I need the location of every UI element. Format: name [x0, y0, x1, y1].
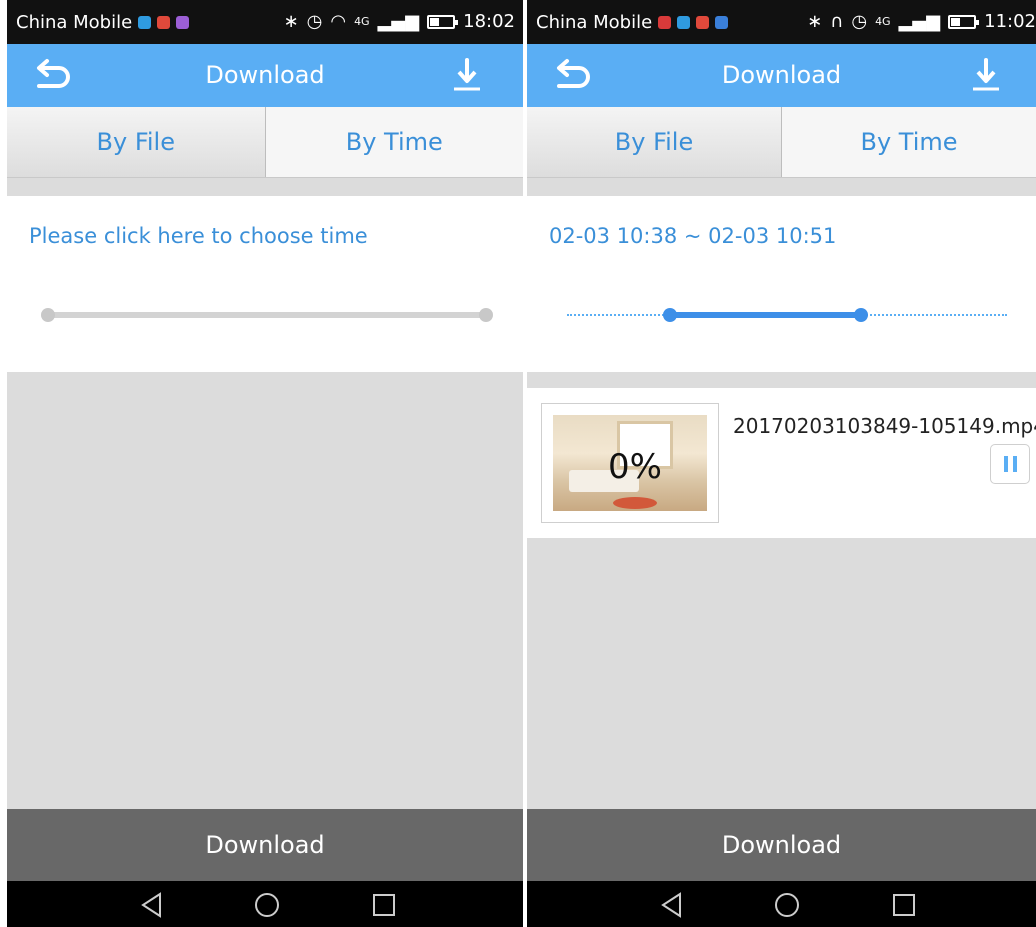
- pause-button[interactable]: [990, 444, 1030, 484]
- signal-icon: ▂▄▆: [377, 11, 420, 32]
- slider-end-handle[interactable]: [479, 308, 493, 322]
- notification-icon: [176, 16, 190, 29]
- carrier-label: China Mobile: [536, 12, 653, 33]
- notification-icon: [696, 16, 710, 29]
- battery-icon: [427, 15, 459, 29]
- carrier-label: China Mobile: [16, 12, 133, 33]
- download-icon: [454, 58, 480, 91]
- bluetooth-icon: ∗: [807, 11, 823, 32]
- status-indicators: ∗ ∩ ◷ 4G ▂▄▆ 11:02: [807, 12, 1036, 32]
- time-slider-selection: [669, 312, 861, 318]
- page-title: Download: [721, 61, 842, 89]
- nav-recents-icon[interactable]: [890, 891, 918, 919]
- tab-by-file[interactable]: By File: [7, 107, 265, 177]
- time-range-link[interactable]: 02-03 10:38 ~ 02-03 10:51: [549, 224, 836, 248]
- pause-icon: [1003, 456, 1008, 472]
- notification-icon: [715, 16, 729, 29]
- time-panel: Please click here to choose time: [7, 196, 523, 372]
- slider-start-handle[interactable]: [41, 308, 55, 322]
- tab-by-file[interactable]: By File: [527, 107, 781, 177]
- network-type: 4G: [354, 15, 370, 28]
- wifi-icon: ◠: [330, 11, 347, 32]
- carrier: China Mobile: [536, 12, 729, 33]
- video-thumbnail: 0%: [541, 403, 719, 523]
- bluetooth-icon: ∗: [283, 11, 299, 32]
- page-title: Download: [205, 61, 325, 89]
- alarm-icon: ◷: [306, 11, 323, 32]
- download-list-button[interactable]: [449, 56, 485, 94]
- download-button[interactable]: Download: [527, 809, 1036, 881]
- nav-back-icon[interactable]: [658, 891, 686, 919]
- thumbnail-rug: [613, 497, 657, 509]
- signal-icon: ▂▄▆: [898, 11, 941, 32]
- headphones-icon: ∩: [830, 11, 844, 32]
- notification-icon: [677, 16, 691, 29]
- nav-back-icon[interactable]: [138, 891, 166, 919]
- app-bar: Download: [527, 44, 1036, 107]
- pause-icon: [1012, 456, 1017, 472]
- app-bar: Download: [7, 44, 523, 107]
- notification-icon: [157, 16, 171, 29]
- slider-start-handle[interactable]: [663, 308, 677, 322]
- nav-home-icon[interactable]: [773, 891, 801, 919]
- slider-end-handle[interactable]: [854, 308, 868, 322]
- alarm-icon: ◷: [851, 11, 868, 32]
- download-icon: [973, 58, 999, 91]
- download-button[interactable]: Download: [7, 809, 523, 881]
- time-slider-track[interactable]: [47, 312, 487, 318]
- screen-left: China Mobile ∗ ◷ ◠ 4G ▂▄▆ 18:02 Download: [7, 0, 523, 927]
- status-bar: China Mobile ∗ ◷ ◠ 4G ▂▄▆ 18:02: [7, 0, 523, 44]
- nav-recents-icon[interactable]: [370, 891, 398, 919]
- list-item[interactable]: 0% 20170203103849-105149.mp4: [527, 388, 1036, 538]
- tab-bar: By File By Time: [7, 107, 523, 178]
- notification-icon: [138, 16, 152, 29]
- download-list-button[interactable]: [968, 56, 1004, 94]
- thumbnail-image: 0%: [553, 415, 707, 511]
- nav-home-icon[interactable]: [253, 891, 281, 919]
- carrier: China Mobile: [16, 12, 190, 33]
- network-type: 4G: [875, 15, 891, 28]
- system-nav-bar: [7, 881, 523, 927]
- file-name: 20170203103849-105149.mp4: [733, 414, 1036, 438]
- battery-icon: [948, 15, 980, 29]
- notification-icon: [658, 16, 672, 29]
- tab-bar: By File By Time: [527, 107, 1036, 178]
- time-panel: 02-03 10:38 ~ 02-03 10:51: [527, 196, 1036, 372]
- status-time: 18:02: [463, 11, 515, 32]
- tab-by-time[interactable]: By Time: [264, 107, 523, 177]
- screen-right: China Mobile ∗ ∩ ◷ 4G ▂▄▆ 11:02 Download: [527, 0, 1036, 927]
- choose-time-link[interactable]: Please click here to choose time: [29, 224, 368, 248]
- tab-by-time[interactable]: By Time: [781, 107, 1036, 177]
- status-time: 11:02: [984, 11, 1036, 32]
- download-progress: 0%: [608, 447, 662, 487]
- status-indicators: ∗ ◷ ◠ 4G ▂▄▆ 18:02: [284, 12, 515, 32]
- status-bar: China Mobile ∗ ∩ ◷ 4G ▂▄▆ 11:02: [527, 0, 1036, 44]
- system-nav-bar: [527, 881, 1036, 927]
